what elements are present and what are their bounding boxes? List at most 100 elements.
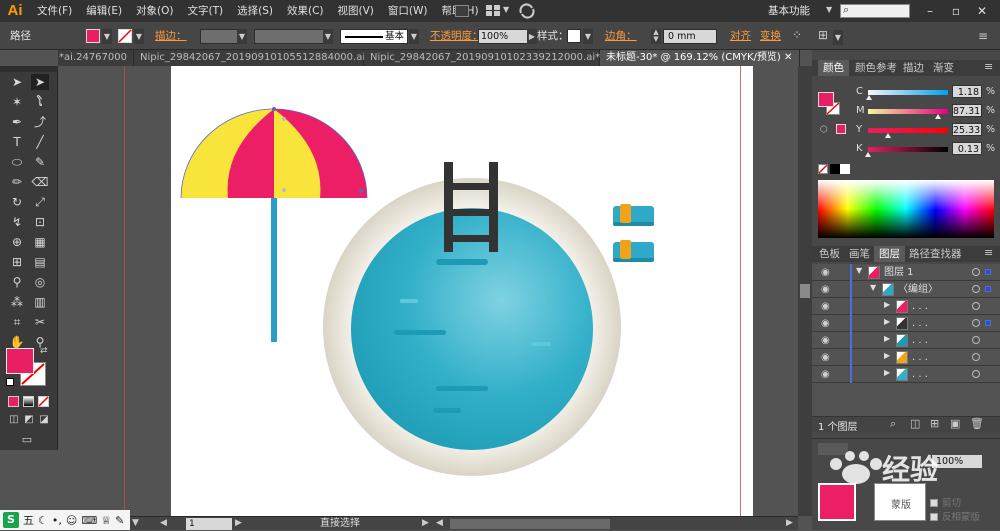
- paintbrush-tool-icon[interactable]: ✎: [31, 154, 49, 170]
- tab-doc-3[interactable]: Nipic_29842067_20190910102339212000.ai* …: [364, 50, 612, 66]
- selection-tool-icon[interactable]: ➤: [8, 74, 26, 90]
- curvature-tool-icon[interactable]: ⤴: [31, 114, 49, 130]
- shape-builder-tool-icon[interactable]: ⊕: [8, 234, 26, 250]
- eye-icon[interactable]: ◉: [821, 352, 830, 363]
- brush-definition-field[interactable]: 基本: [340, 29, 408, 44]
- none-mode-icon[interactable]: [38, 396, 49, 407]
- tab-swatches[interactable]: 色板: [814, 246, 845, 262]
- eye-icon[interactable]: ◉: [821, 267, 830, 278]
- slider-thumb-c[interactable]: [865, 95, 872, 100]
- screen-mode-icon[interactable]: ▭: [18, 432, 36, 448]
- stroke-swatch[interactable]: [118, 29, 132, 43]
- disclosure-closed-icon[interactable]: ▶: [884, 368, 890, 377]
- target-icon[interactable]: [972, 302, 980, 310]
- target-icon[interactable]: [972, 336, 980, 344]
- perspective-grid-tool-icon[interactable]: ▦: [31, 234, 49, 250]
- group-row[interactable]: ◉ ▼ 〈编组〉: [812, 281, 1000, 298]
- pencil-tool-icon[interactable]: ✏: [8, 174, 26, 190]
- artboard-tool-icon[interactable]: ⌗: [8, 314, 26, 330]
- direct-selection-tool-icon[interactable]: ➤: [31, 74, 49, 90]
- column-graph-tool-icon[interactable]: ▥: [31, 294, 49, 310]
- slider-thumb-m[interactable]: [934, 114, 941, 119]
- fill-swatch[interactable]: [86, 29, 100, 43]
- tab-doc-2[interactable]: Nipic_29842067_20190910105512884000.ai* …: [134, 50, 382, 66]
- type-tool-icon[interactable]: T: [8, 134, 26, 150]
- corner-stepper[interactable]: ▲ ▼: [651, 29, 661, 44]
- rotate-tool-icon[interactable]: ↻: [8, 194, 26, 210]
- tab-doc-active[interactable]: 未标题-30* @ 169.12% (CMYK/预览) ✕: [600, 50, 800, 66]
- free-transform-tool-icon[interactable]: ⊡: [31, 214, 49, 230]
- corner-label[interactable]: 边角：: [605, 22, 637, 50]
- maximize-button[interactable]: ▫: [946, 3, 966, 19]
- white-swatch[interactable]: [840, 164, 850, 174]
- guide-line[interactable]: [740, 66, 741, 516]
- mesh-tool-icon[interactable]: ⊞: [8, 254, 26, 270]
- help-search-input[interactable]: ⌕: [840, 3, 910, 18]
- artboard-number-field[interactable]: 1: [186, 518, 232, 530]
- scale-tool-icon[interactable]: ⤢: [31, 194, 49, 210]
- menu-type[interactable]: 文字(T): [181, 0, 231, 22]
- layer-row[interactable]: ◉ ▼ 图层 1: [812, 264, 1000, 281]
- target-icon[interactable]: [972, 268, 980, 276]
- minimize-button[interactable]: –: [920, 3, 940, 19]
- tab-color[interactable]: 颜色: [818, 60, 849, 76]
- eye-icon[interactable]: ◉: [821, 318, 830, 329]
- arrange-documents-icon[interactable]: [485, 4, 501, 17]
- chevron-down-icon[interactable]: ▼: [833, 30, 843, 45]
- opacity-field[interactable]: 100%: [478, 29, 528, 44]
- locate-object-icon[interactable]: ⌕: [890, 417, 896, 431]
- tab-pathfinder[interactable]: 路径查找器: [904, 246, 967, 262]
- disclosure-closed-icon[interactable]: ▶: [884, 317, 890, 326]
- make-mask-button[interactable]: 蒙版: [874, 483, 926, 521]
- none-swatch[interactable]: [818, 164, 828, 174]
- artboard[interactable]: [171, 66, 753, 516]
- tab-doc-1[interactable]: 24767000.ai*: [58, 50, 134, 66]
- slider-value-k[interactable]: 0.13: [952, 142, 982, 155]
- slider-thumb-y[interactable]: [885, 133, 892, 138]
- variable-width-dropdown[interactable]: ▼: [323, 29, 333, 44]
- color-spectrum[interactable]: [818, 180, 994, 238]
- vertical-scrollbar[interactable]: [798, 66, 812, 516]
- toolbar-grip[interactable]: [0, 66, 58, 72]
- swap-colors-icon[interactable]: ⇄: [40, 346, 48, 356]
- default-colors-icon[interactable]: [6, 378, 14, 386]
- bridge-icon[interactable]: [455, 5, 469, 17]
- scroll-right-button[interactable]: ▶: [786, 518, 793, 528]
- prev-artboard-button[interactable]: ◀: [160, 518, 167, 528]
- eye-icon[interactable]: ◉: [821, 284, 830, 295]
- ime-mode-label[interactable]: 五: [23, 512, 34, 528]
- new-sublayer-icon[interactable]: ⊞: [930, 417, 939, 430]
- eye-icon[interactable]: ◉: [821, 301, 830, 312]
- eye-icon[interactable]: ◉: [821, 369, 830, 380]
- tab-gradient[interactable]: 渐变: [928, 60, 959, 76]
- magic-wand-tool-icon[interactable]: ✶: [8, 94, 26, 110]
- slider-track-c[interactable]: [868, 90, 948, 95]
- stroke-dropdown[interactable]: ▼: [134, 29, 144, 44]
- guide-line[interactable]: [124, 66, 125, 516]
- color-fill-swatch[interactable]: [818, 92, 834, 107]
- slider-value-m[interactable]: 87.31: [952, 104, 982, 117]
- ellipse-tool-icon[interactable]: ⬭: [8, 154, 26, 170]
- scrollbar-thumb[interactable]: [800, 284, 810, 298]
- pen-tool-icon[interactable]: ✒: [8, 114, 26, 130]
- menu-view[interactable]: 视图(V): [331, 0, 381, 22]
- next-artboard-button[interactable]: ▶: [235, 518, 242, 528]
- workspace-switcher[interactable]: 基本功能: [768, 0, 810, 22]
- slider-thumb-k[interactable]: [865, 152, 872, 157]
- eye-icon[interactable]: ◉: [821, 335, 830, 346]
- invert-mask-checkbox[interactable]: [930, 513, 938, 521]
- moon-icon[interactable]: ☾: [38, 514, 48, 527]
- line-tool-icon[interactable]: ╱: [31, 134, 49, 150]
- tab-stroke[interactable]: 描边: [898, 60, 929, 76]
- selection-indicator[interactable]: [985, 269, 991, 275]
- blend-tool-icon[interactable]: ◎: [31, 274, 49, 290]
- panel-menu-icon[interactable]: ≡: [984, 246, 993, 259]
- corner-field[interactable]: 0 mm: [663, 29, 717, 44]
- stroke-weight-dropdown[interactable]: ▼: [237, 29, 247, 44]
- opacity-dropdown[interactable]: ▶: [527, 29, 537, 44]
- panel-menu-icon[interactable]: ≡: [984, 60, 993, 73]
- disclosure-open-icon[interactable]: ▼: [870, 283, 876, 292]
- warp-tool-icon[interactable]: ↯: [8, 214, 26, 230]
- out-of-gamut-swatch[interactable]: [836, 124, 846, 134]
- isolate-icon[interactable]: ⁘: [792, 28, 806, 42]
